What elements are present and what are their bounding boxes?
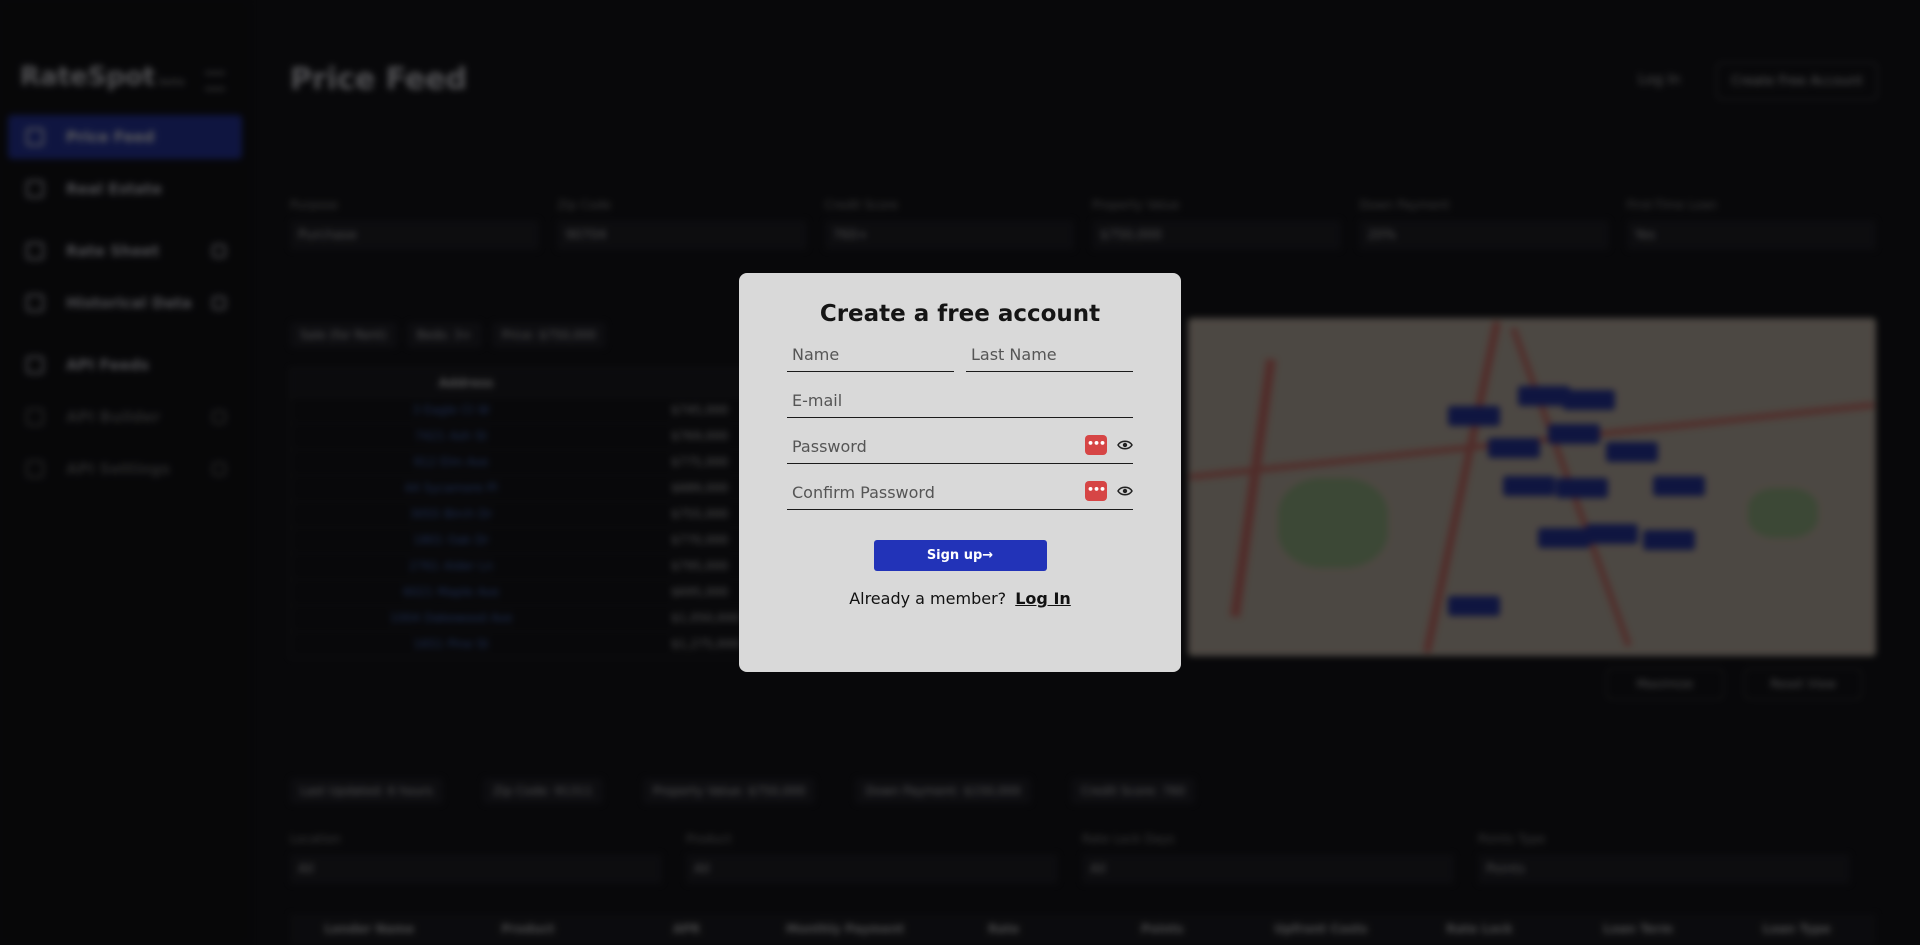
- arrow-right-icon: →: [982, 548, 994, 563]
- modal-title: Create a free account: [819, 301, 1101, 327]
- signup-label: Sign up: [926, 548, 983, 563]
- show-password-icon[interactable]: [1117, 483, 1133, 499]
- confirm-password-field: •••: [787, 475, 1133, 510]
- first-name-input[interactable]: [787, 345, 954, 371]
- signup-modal: Create a free account ••• ••• Sign up→ A…: [739, 273, 1181, 672]
- member-text: Already a member?: [849, 589, 1007, 608]
- login-link[interactable]: Log In: [1015, 589, 1071, 608]
- show-password-icon[interactable]: [1117, 437, 1133, 453]
- last-name-input[interactable]: [966, 345, 1133, 371]
- last-name-field: [966, 337, 1133, 372]
- email-input[interactable]: [787, 391, 1133, 417]
- password-field: •••: [787, 429, 1133, 464]
- login-prompt: Already a member? Log In: [787, 589, 1133, 608]
- first-name-field: [787, 337, 954, 372]
- signup-button[interactable]: Sign up→: [873, 540, 1047, 571]
- email-field: [787, 383, 1133, 418]
- name-row: [787, 337, 1133, 383]
- signup-actions: Sign up→: [787, 540, 1133, 571]
- password-manager-icon[interactable]: •••: [1085, 435, 1107, 455]
- password-input[interactable]: [787, 437, 1133, 463]
- password-manager-icon[interactable]: •••: [1085, 481, 1107, 501]
- confirm-password-input[interactable]: [787, 483, 1133, 509]
